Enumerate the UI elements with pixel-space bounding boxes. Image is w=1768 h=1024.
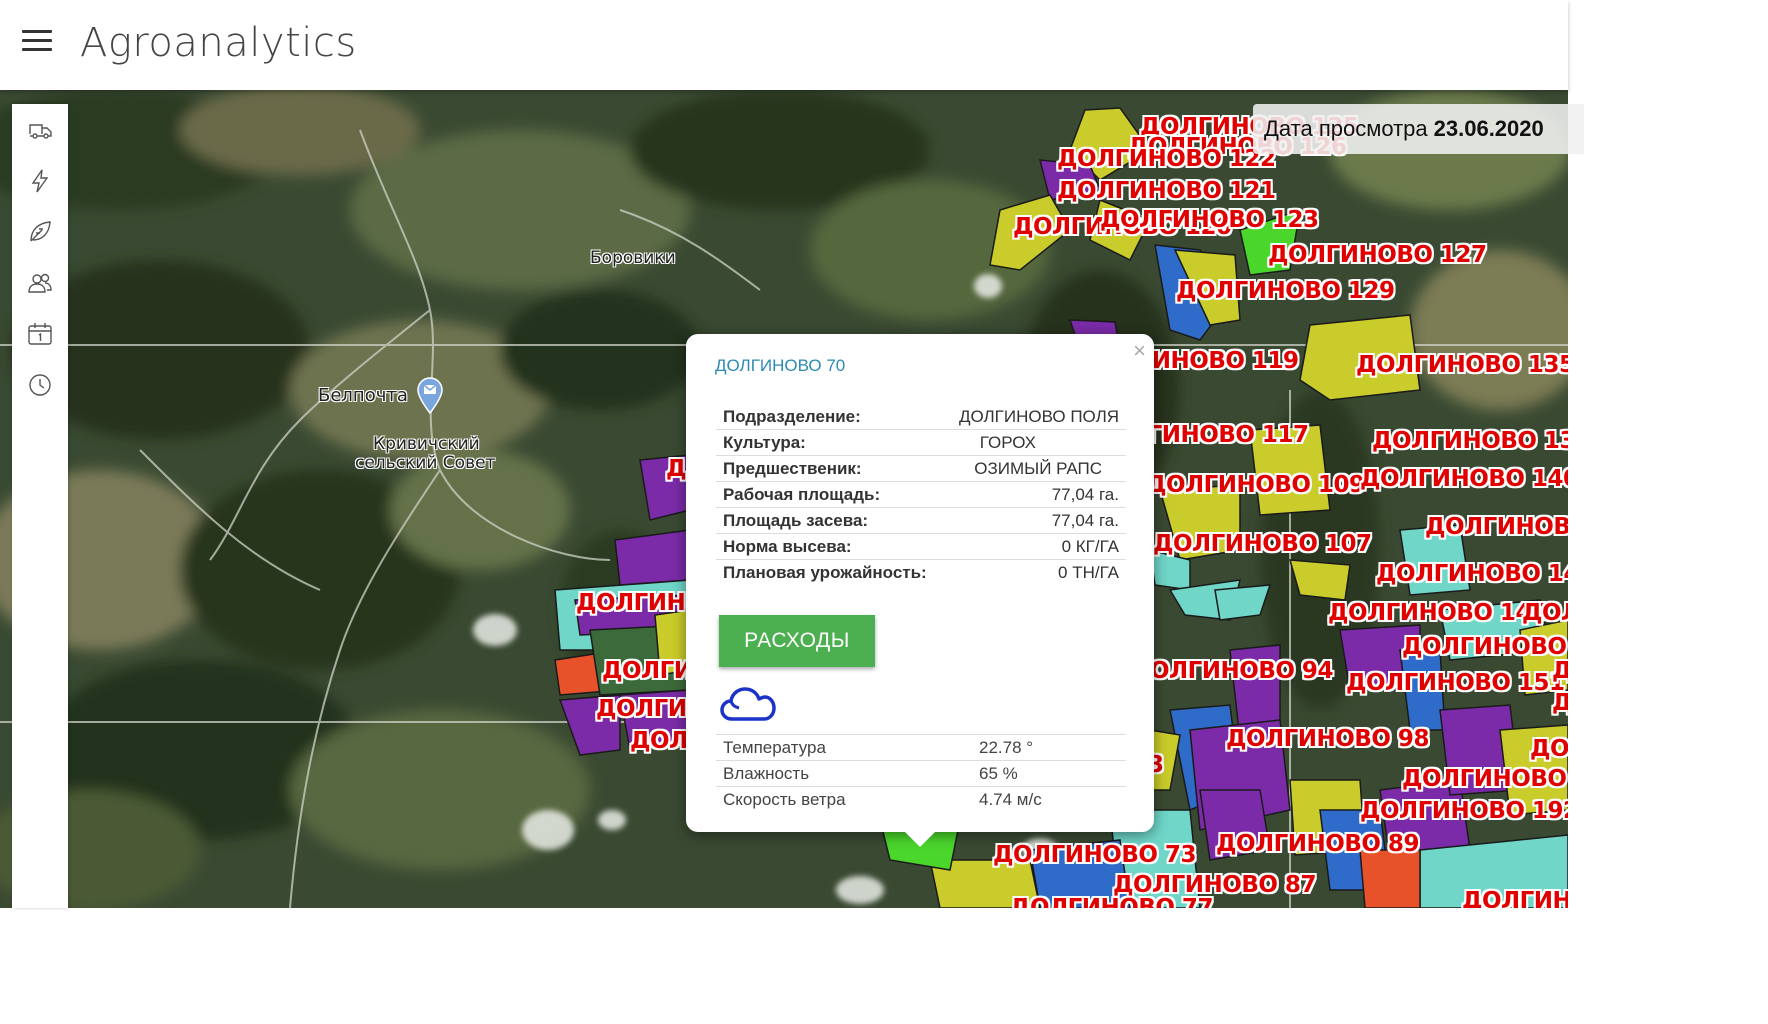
popup-title: ДОЛГИНОВО 70: [715, 356, 846, 375]
table-row: Площадь засева: 77,04 га.: [716, 507, 1126, 534]
place-label-council-line1: Кривичский: [373, 434, 480, 454]
field-label[interactable]: ДОЛГИНОВО 77: [1010, 895, 1213, 908]
field-label[interactable]: ДОЛГИНОВО: [1462, 888, 1568, 908]
row-label: Плановая урожайность:: [723, 562, 927, 582]
table-row: Плановая урожайность: 0 ТН/ГА: [716, 560, 1126, 586]
field-label[interactable]: ДОЛГИНОВО 123: [1100, 207, 1319, 233]
weather-label: Температура: [716, 734, 972, 761]
field-label[interactable]: ДОЛГИНОВО 1: [1402, 766, 1568, 792]
weather-value: 4.74 м/с: [972, 786, 1126, 812]
row-value: ГОРОХ: [943, 429, 1126, 456]
sidebar-button-users[interactable]: [12, 257, 68, 308]
table-row: Подразделение: ДОЛГИНОВО ПОЛЯ: [716, 404, 1126, 430]
row-label: Рабочая площадь:: [716, 481, 944, 508]
row-label: Площадь засева:: [716, 507, 944, 534]
weather-label: Скорость ветра: [716, 786, 972, 812]
field-label[interactable]: ДОЛГИНОВО 192: [1360, 798, 1568, 824]
sidebar-button-calendar[interactable]: [12, 308, 68, 359]
field-label[interactable]: ДОЛГИНОВО 137: [1372, 428, 1568, 454]
field-label[interactable]: ДОЛГИНОВО 98: [1226, 726, 1429, 752]
field-label[interactable]: Д: [666, 456, 686, 482]
row-label: Норма высева:: [716, 533, 944, 560]
weather-table: Температура 22.78 ° Влажность 65 % Скорост…: [716, 734, 1126, 812]
menu-icon[interactable]: [22, 30, 52, 56]
popup-pointer: [904, 831, 936, 847]
table-row: Предшественик: ОЗИМЫЙ РАПС: [716, 455, 1126, 482]
truck-icon: [29, 123, 52, 139]
row-value: 77,04 га.: [943, 481, 1126, 508]
field-info-table: Подразделение: ДОЛГИНОВО ПОЛЯ Культура: ГО…: [716, 404, 1126, 585]
field-label[interactable]: ДОЛГИНОВО 127: [1268, 242, 1487, 268]
view-date-label: Дата просмотра: [1264, 116, 1428, 141]
clock-icon: [29, 373, 51, 396]
view-date-value: 23.06.2020: [1433, 116, 1544, 141]
leaf-icon: [30, 220, 51, 241]
field-label[interactable]: ДОЛГИНОВО 122: [1057, 146, 1276, 172]
field-label[interactable]: ДОЛГИНОВО: [1425, 514, 1568, 540]
left-toolbar: [12, 104, 68, 908]
field-label[interactable]: ДОЛГИНОВО 94: [1130, 658, 1333, 684]
row-label: Предшественик:: [716, 455, 944, 482]
row-value: 0 КГ/ГА: [943, 533, 1126, 560]
field-label[interactable]: ДОЛГИНОВО 73: [993, 842, 1196, 868]
table-row: Культура: ГОРОХ: [716, 429, 1126, 456]
cloud-icon: [720, 687, 776, 721]
place-label-borovik: Боровики: [590, 248, 676, 268]
field-label[interactable]: ДОЛГИНОВО 140: [1360, 466, 1568, 492]
sidebar-button-energy[interactable]: [12, 155, 68, 206]
top-app-bar: Agroanalytics: [0, 0, 1568, 90]
field-label[interactable]: ДОЛГИНОВО 142: [1376, 561, 1568, 587]
users-icon: [28, 273, 52, 293]
table-row: Влажность 65 %: [716, 760, 1126, 787]
place-label-council-line2: сельский Совет: [355, 453, 496, 473]
row-value: 77,04 га.: [943, 507, 1126, 534]
weather-label: Влажность: [716, 760, 972, 787]
field-label[interactable]: ДОЛГИНОВО 89: [1216, 831, 1419, 857]
weather-value: 65 %: [972, 760, 1126, 787]
view-date-box: Дата просмотра 23.06.2020: [1253, 104, 1584, 154]
app-title: Agroanalytics: [80, 20, 357, 66]
row-value: ДОЛГИНОВО ПОЛЯ: [943, 404, 1126, 430]
field-label[interactable]: ДОЛГИНОВО 129: [1176, 278, 1395, 304]
lightning-icon: [31, 169, 49, 192]
row-label: Подразделение:: [716, 404, 944, 430]
field-label[interactable]: ДОЛ: [630, 728, 688, 754]
sidebar-button-vehicles[interactable]: [12, 104, 68, 155]
row-value: 0 ТН/ГА: [1058, 562, 1119, 582]
costs-button[interactable]: РАСХОДЫ: [719, 615, 875, 667]
field-label[interactable]: ДО: [1530, 736, 1568, 762]
sidebar-button-crops[interactable]: [12, 206, 68, 257]
field-label[interactable]: ДОЛГИНОВО 121: [1057, 178, 1276, 204]
field-label[interactable]: ДОЛГИНОВО 151: [1346, 670, 1565, 696]
row-label: Культура:: [716, 429, 944, 456]
field-label[interactable]: ДОЛГИНОВО 107: [1153, 531, 1372, 557]
field-label[interactable]: ДОЛГИНОВО 109: [1146, 472, 1365, 498]
sidebar-button-history[interactable]: [12, 359, 68, 410]
table-row: Температура 22.78 °: [716, 734, 1126, 761]
field-label[interactable]: ДОЛГИНОВО 145: [1328, 600, 1547, 626]
field-label[interactable]: Д: [1552, 690, 1568, 716]
post-marker-icon[interactable]: [416, 376, 444, 415]
table-row: Норма высева: 0 КГ/ГА: [716, 533, 1126, 560]
table-row: Рабочая площадь: 77,04 га.: [716, 481, 1126, 508]
field-label[interactable]: ДОЛГИНОВО 1: [1402, 634, 1568, 660]
row-value: ОЗИМЫЙ РАПС: [943, 455, 1126, 482]
field-label[interactable]: ДОЛГИН: [576, 590, 686, 616]
table-row: Скорость ветра 4.74 м/с: [716, 786, 1126, 812]
field-label[interactable]: Д: [1552, 658, 1568, 684]
field-label[interactable]: ДОЛГИНОВО 135: [1356, 352, 1568, 378]
field-label[interactable]: ДОЛ: [1522, 600, 1568, 626]
weather-value: 22.78 °: [972, 734, 1126, 761]
place-label-belpochta: Белпочта: [318, 385, 408, 406]
calendar-icon: [28, 322, 52, 345]
field-info-popup: × ДОЛГИНОВО 70 Подразделение: ДОЛГИНОВО П…: [686, 334, 1154, 832]
close-icon[interactable]: ×: [1133, 340, 1146, 362]
